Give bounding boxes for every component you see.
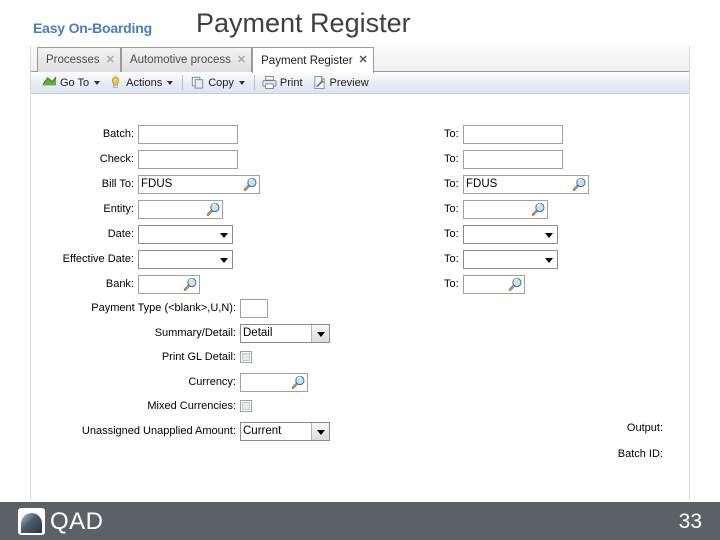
field-effective-date-to[interactable] bbox=[463, 250, 558, 269]
field-mixed-currencies[interactable] bbox=[240, 400, 252, 412]
toolbar-item-label: Copy bbox=[208, 76, 234, 89]
application-window: Processes ✕ Automotive process ✕ Payment Reg… bbox=[30, 46, 690, 502]
chevron-down-icon[interactable] bbox=[220, 258, 228, 263]
tab-label: Automotive process bbox=[129, 54, 231, 66]
brand-tag: Easy On-Boarding bbox=[33, 20, 152, 36]
qad-mark-icon bbox=[18, 508, 45, 535]
field-entity-to[interactable] bbox=[463, 200, 548, 219]
chevron-down-icon[interactable] bbox=[545, 233, 553, 238]
toolbar-item-label: Actions bbox=[126, 76, 163, 89]
field-summary-detail[interactable]: Detail bbox=[240, 324, 330, 343]
chevron-down-icon[interactable] bbox=[94, 80, 101, 85]
label-to-bill-to: To: bbox=[444, 178, 459, 190]
field-payment-type-blank-u-n[interactable] bbox=[240, 299, 268, 318]
tab-close-icon[interactable]: ✕ bbox=[237, 54, 246, 66]
page-number: 33 bbox=[678, 510, 702, 533]
chevron-down-icon[interactable] bbox=[545, 258, 553, 263]
goto-icon bbox=[42, 75, 57, 90]
label-entity: Entity: bbox=[103, 203, 134, 215]
label-batch: Batch: bbox=[102, 128, 134, 140]
chevron-down-icon[interactable] bbox=[220, 233, 228, 238]
label-summary-detail: Summary/Detail: bbox=[154, 327, 236, 339]
field-bill-to-to[interactable]: FDUS bbox=[463, 175, 589, 194]
qad-logo: QAD bbox=[18, 508, 104, 535]
label-effective-date: Effective Date: bbox=[62, 253, 134, 265]
field-bill-to-from[interactable]: FDUS bbox=[138, 175, 260, 194]
tab-processes[interactable]: Processes ✕ bbox=[37, 47, 121, 72]
label-to-batch: To: bbox=[444, 128, 459, 140]
field-date-to[interactable] bbox=[463, 225, 558, 244]
toolbar: Go To Actions Copy Print Preview bbox=[31, 72, 689, 94]
toolbar-actions-button[interactable]: Actions bbox=[105, 74, 178, 92]
copy-icon bbox=[190, 75, 205, 90]
preview-icon bbox=[312, 75, 327, 90]
lookup-magnifier-icon[interactable] bbox=[290, 375, 305, 390]
tab-automotive-process[interactable]: Automotive process ✕ bbox=[120, 47, 253, 72]
label-batch-id: Batch ID: bbox=[617, 448, 663, 460]
label-bill-to: Bill To: bbox=[101, 178, 134, 190]
label-currency: Currency: bbox=[188, 376, 236, 388]
chevron-down-icon[interactable] bbox=[167, 80, 174, 85]
lookup-magnifier-icon[interactable] bbox=[507, 277, 522, 292]
chevron-down-icon[interactable] bbox=[317, 332, 325, 337]
field-bank-from[interactable] bbox=[138, 275, 200, 294]
label-payment-type-blank-u-n: Payment Type (<blank>,U,N): bbox=[91, 302, 236, 314]
field-summary-detail-value: Detail bbox=[243, 327, 273, 339]
field-currency[interactable] bbox=[240, 373, 308, 392]
toolbar-separator bbox=[253, 75, 255, 90]
field-bill-to-to-value: FDUS bbox=[466, 178, 498, 190]
qad-wordmark: QAD bbox=[50, 508, 104, 535]
footer-bar: QAD 33 bbox=[0, 500, 720, 540]
field-bill-to-from-value: FDUS bbox=[141, 178, 173, 190]
form-body: Batch: To: Check: To: Bill To: FDUS To: FDUS Ent… bbox=[31, 94, 689, 500]
label-to-entity: To: bbox=[444, 203, 459, 215]
lookup-magnifier-icon[interactable] bbox=[571, 177, 586, 192]
lookup-magnifier-icon[interactable] bbox=[242, 177, 257, 192]
page-title: Payment Register bbox=[196, 8, 411, 38]
lookup-magnifier-icon[interactable] bbox=[182, 277, 197, 292]
lookup-magnifier-icon[interactable] bbox=[530, 202, 545, 217]
tab-payment-register[interactable]: Payment Register ✕ bbox=[252, 47, 374, 73]
field-bank-to[interactable] bbox=[463, 275, 525, 294]
label-to-bank: To: bbox=[444, 278, 459, 290]
tab-label: Payment Register bbox=[261, 54, 353, 67]
toolbar-print-button[interactable]: Print bbox=[259, 74, 309, 92]
field-entity-from[interactable] bbox=[138, 200, 223, 219]
label-print-gl-detail: Print GL Detail: bbox=[161, 351, 236, 363]
toolbar-item-label: Print bbox=[279, 76, 303, 89]
label-to-check: To: bbox=[444, 153, 459, 165]
lookup-magnifier-icon[interactable] bbox=[205, 202, 220, 217]
toolbar-go-to-button[interactable]: Go To bbox=[39, 74, 105, 92]
label-output: Output: bbox=[626, 422, 663, 434]
field-check-to[interactable] bbox=[463, 150, 563, 169]
field-check-from[interactable] bbox=[138, 150, 238, 169]
field-effective-date-from[interactable] bbox=[138, 250, 233, 269]
tab-close-icon[interactable]: ✕ bbox=[359, 55, 368, 66]
tab-strip: Processes ✕ Automotive process ✕ Payment Reg… bbox=[31, 46, 689, 73]
toolbar-item-label: Go To bbox=[60, 76, 90, 89]
field-batch-to[interactable] bbox=[463, 125, 563, 144]
toolbar-preview-button[interactable]: Preview bbox=[309, 74, 375, 92]
printer-icon bbox=[262, 75, 277, 90]
slide-header: Easy On-Boarding Payment Register bbox=[0, 0, 720, 46]
chevron-down-icon[interactable] bbox=[238, 80, 245, 85]
label-to-effective-date: To: bbox=[444, 253, 459, 265]
field-print-gl-detail[interactable] bbox=[240, 351, 252, 363]
label-bank: Bank: bbox=[105, 278, 134, 290]
field-date-from[interactable] bbox=[138, 225, 233, 244]
tab-close-icon[interactable]: ✕ bbox=[106, 54, 115, 66]
tab-label: Processes bbox=[46, 54, 100, 66]
field-batch-from[interactable] bbox=[138, 125, 238, 144]
toolbar-item-label: Preview bbox=[329, 76, 369, 89]
label-to-date: To: bbox=[444, 228, 459, 240]
toolbar-copy-button[interactable]: Copy bbox=[187, 74, 250, 92]
label-check: Check: bbox=[99, 153, 134, 165]
label-mixed-currencies: Mixed Currencies: bbox=[147, 400, 236, 412]
label-date: Date: bbox=[107, 228, 134, 240]
bulb-icon bbox=[108, 75, 123, 90]
toolbar-separator bbox=[182, 75, 184, 90]
